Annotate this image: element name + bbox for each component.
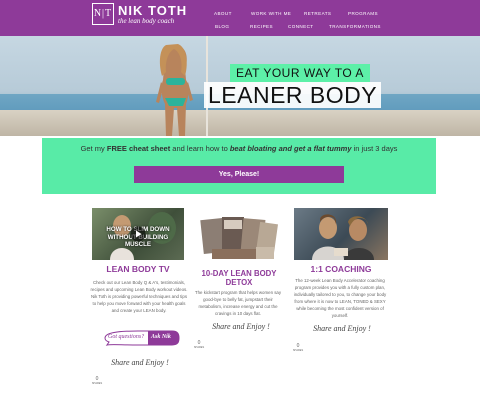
share-and-enjoy-label: Share and Enjoy ! — [111, 358, 169, 367]
play-icon[interactable] — [130, 226, 146, 242]
lean-body-tv-title[interactable]: LEAN BODY TV — [88, 264, 188, 274]
hero-subheadline: EAT YOUR WAY TO A — [230, 64, 370, 82]
nav-work-with-me[interactable]: WORK WITH ME — [251, 11, 291, 16]
nav-connect[interactable]: CONNECT — [288, 24, 314, 29]
hero-pool-wall — [0, 110, 480, 136]
cta-text: Get my FREE cheat sheet and learn how to… — [80, 144, 398, 153]
logo-name[interactable]: NIK TOTH — [118, 3, 187, 18]
yes-please-button[interactable]: Yes, Please! — [134, 166, 344, 183]
nav-blog[interactable]: BLOG — [215, 24, 229, 29]
nav-recipes[interactable]: RECIPES — [250, 24, 273, 29]
share-counter[interactable]: 0 SHARES — [90, 376, 104, 385]
coaching-description: The 12-week Lean Body Accelerator coachi… — [293, 278, 387, 318]
share-label: SHARES — [292, 349, 304, 352]
hero-woman-photo — [156, 44, 193, 136]
detox-description: The kickstart program that helps women s… — [194, 290, 282, 316]
nav-about[interactable]: ABOUT — [214, 11, 232, 16]
logo-mark[interactable]: N|T — [92, 3, 114, 25]
nav-programs[interactable]: PROGRAMS — [348, 11, 378, 16]
share-counter[interactable]: 0 SHARES — [292, 343, 304, 352]
lean-body-tv-description: Check out our Lean Body Q & A's, testimo… — [90, 280, 188, 313]
share-counter[interactable]: 0 SHARES — [193, 340, 205, 349]
logo-tagline: the lean body coach — [118, 17, 175, 25]
coaching-title[interactable]: 1:1 COACHING — [292, 264, 390, 274]
hero-headline: LEANER BODY — [204, 82, 382, 108]
lean-body-tv-video[interactable]: HOW TO SLIM DOWN WITHOUT BUILDING MUSCLE — [92, 208, 184, 260]
bubble-right-text: Ask Nik — [151, 334, 171, 340]
share-and-enjoy-label: Share and Enjoy ! — [313, 324, 371, 333]
share-label: SHARES — [91, 382, 103, 385]
share-label: SHARES — [193, 346, 205, 349]
coaching-image[interactable] — [294, 208, 388, 260]
detox-book-stack — [200, 217, 279, 259]
cheat-sheet-cta: Get my FREE cheat sheet and learn how to… — [42, 138, 436, 194]
hero-banner: EAT YOUR WAY TO A LEANER BODY — [0, 36, 480, 136]
share-and-enjoy-label: Share and Enjoy ! — [212, 322, 270, 331]
site-header: N|T NIK TOTH the lean body coach ABOUT W… — [0, 0, 480, 36]
nav-transformations[interactable]: TRANSFORMATIONS — [329, 24, 381, 29]
bubble-left-text: Got questions? — [108, 334, 145, 340]
nav-retreats[interactable]: RETREATS — [304, 11, 331, 16]
coaching-photo — [312, 214, 374, 260]
detox-program-image[interactable] — [198, 213, 280, 265]
detox-title[interactable]: 10-DAY LEAN BODY DETOX — [196, 269, 282, 287]
